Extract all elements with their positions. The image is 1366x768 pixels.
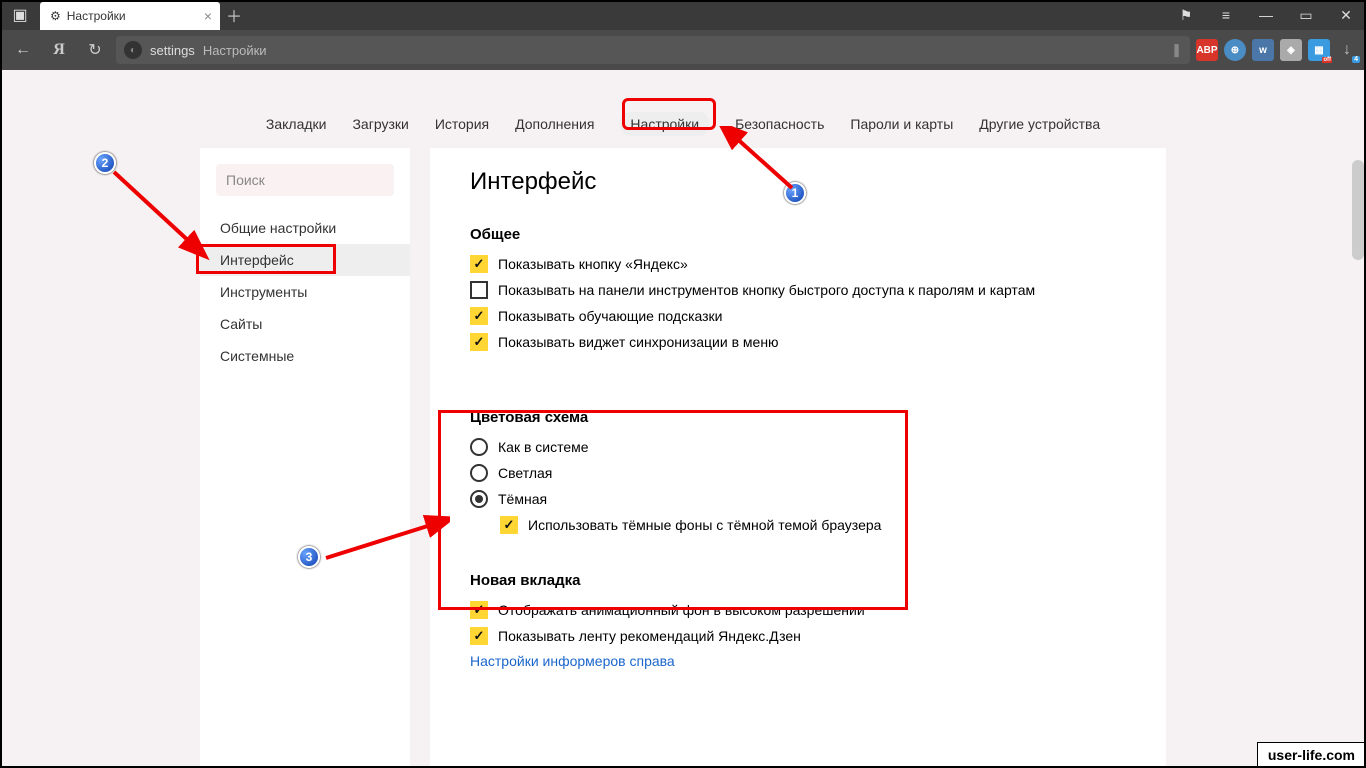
topnav-settings[interactable]: Настройки <box>620 112 709 136</box>
radio-icon[interactable] <box>470 438 488 456</box>
topnav-history[interactable]: История <box>435 116 489 132</box>
radio-icon[interactable] <box>470 464 488 482</box>
address-bar[interactable]: ◐ settings Настройки ❚ <box>116 36 1190 64</box>
browser-tab[interactable]: ⚙ Настройки × <box>40 2 220 30</box>
radio-system[interactable]: Как в системе <box>470 438 1126 456</box>
window-controls: ⚑ ≡ — ▭ ✕ <box>1166 0 1366 30</box>
box-extension-icon[interactable]: ▦ <box>1308 39 1330 61</box>
page-heading: Интерфейс <box>470 168 1126 196</box>
search-placeholder: Поиск <box>226 172 265 188</box>
checkbox-icon[interactable] <box>500 516 518 534</box>
reload-button[interactable]: ↻ <box>80 35 110 65</box>
abp-extension-icon[interactable]: ABP <box>1196 39 1218 61</box>
checkbox-icon[interactable] <box>470 281 488 299</box>
section-general-title: Общее <box>470 226 1126 243</box>
watermark: user-life.com <box>1257 742 1366 768</box>
sidebar-item-sites[interactable]: Сайты <box>200 308 410 340</box>
address-path-1: settings <box>150 43 195 58</box>
search-input[interactable]: Поиск <box>216 164 394 196</box>
back-button[interactable]: ← <box>8 35 38 65</box>
close-tab-icon[interactable]: × <box>204 8 212 24</box>
bookmark-icon[interactable]: ❚ <box>1171 42 1182 58</box>
extension-icons: ABP ⊕ w ◈ ▦ ↓ <box>1196 39 1358 61</box>
yandex-home-button[interactable]: Я <box>44 35 74 65</box>
shield-extension-icon[interactable]: ◈ <box>1280 39 1302 61</box>
browser-toolbar: ← Я ↻ ◐ settings Настройки ❚ ABP ⊕ w ◈ ▦… <box>0 30 1366 70</box>
checkbox-icon[interactable] <box>470 255 488 273</box>
settings-sidebar: Поиск Общие настройки Интерфейс Инструме… <box>200 148 410 768</box>
settings-topnav: Закладки Загрузки История Дополнения Нас… <box>0 100 1366 148</box>
opt-anim-bg[interactable]: Отображать анимационный фон в высоком ра… <box>470 601 1126 619</box>
minimize-button[interactable]: — <box>1246 0 1286 30</box>
vk-extension-icon[interactable]: w <box>1252 39 1274 61</box>
informers-link[interactable]: Настройки информеров справа <box>470 653 1126 669</box>
opt-dzen[interactable]: Показывать ленту рекомендаций Яндекс.Дзе… <box>470 627 1126 645</box>
section-newtab-title: Новая вкладка <box>470 572 1126 589</box>
settings-main: Интерфейс Общее Показывать кнопку «Яндек… <box>430 148 1166 768</box>
sidebar-item-system[interactable]: Системные <box>200 340 410 372</box>
topnav-downloads[interactable]: Загрузки <box>352 116 408 132</box>
globe-extension-icon[interactable]: ⊕ <box>1224 39 1246 61</box>
sidebar-item-general[interactable]: Общие настройки <box>200 212 410 244</box>
window-titlebar: ▣ ⚙ Настройки × ＋ ⚑ ≡ — ▭ ✕ <box>0 0 1366 30</box>
settings-layout: Поиск Общие настройки Интерфейс Инструме… <box>0 148 1366 768</box>
sidebar-item-tools[interactable]: Инструменты <box>200 276 410 308</box>
topnav-devices[interactable]: Другие устройства <box>979 116 1100 132</box>
bookmark-bar-icon[interactable]: ⚑ <box>1166 0 1206 30</box>
maximize-button[interactable]: ▭ <box>1286 0 1326 30</box>
topnav-security[interactable]: Безопасность <box>735 116 824 132</box>
section-color-title: Цветовая схема <box>470 409 1126 426</box>
new-tab-button[interactable]: ＋ <box>220 1 248 29</box>
sidebar-item-interface[interactable]: Интерфейс <box>200 244 410 276</box>
topnav-passwords[interactable]: Пароли и карты <box>850 116 953 132</box>
page-scrollbar[interactable] <box>1352 160 1364 260</box>
checkbox-icon[interactable] <box>470 307 488 325</box>
radio-dark[interactable]: Тёмная <box>470 490 1126 508</box>
opt-yandex-button[interactable]: Показывать кнопку «Яндекс» <box>470 255 1126 273</box>
site-icon: ◐ <box>124 41 142 59</box>
gear-icon: ⚙ <box>50 9 61 23</box>
tab-title: Настройки <box>67 9 126 23</box>
download-icon[interactable]: ↓ <box>1336 39 1358 61</box>
address-path-2: Настройки <box>203 43 267 58</box>
topnav-bookmarks[interactable]: Закладки <box>266 116 327 132</box>
opt-dark-backgrounds[interactable]: Использовать тёмные фоны с тёмной темой … <box>500 516 1126 534</box>
checkbox-icon[interactable] <box>470 627 488 645</box>
radio-icon[interactable] <box>470 490 488 508</box>
sidebar-toggle-icon[interactable]: ▣ <box>0 5 40 25</box>
opt-passwords-button[interactable]: Показывать на панели инструментов кнопку… <box>470 281 1126 299</box>
opt-tips[interactable]: Показывать обучающие подсказки <box>470 307 1126 325</box>
checkbox-icon[interactable] <box>470 601 488 619</box>
opt-sync-widget[interactable]: Показывать виджет синхронизации в меню <box>470 333 1126 351</box>
topnav-addons[interactable]: Дополнения <box>515 116 594 132</box>
close-window-button[interactable]: ✕ <box>1326 0 1366 30</box>
checkbox-icon[interactable] <box>470 333 488 351</box>
radio-light[interactable]: Светлая <box>470 464 1126 482</box>
menu-icon[interactable]: ≡ <box>1206 0 1246 30</box>
